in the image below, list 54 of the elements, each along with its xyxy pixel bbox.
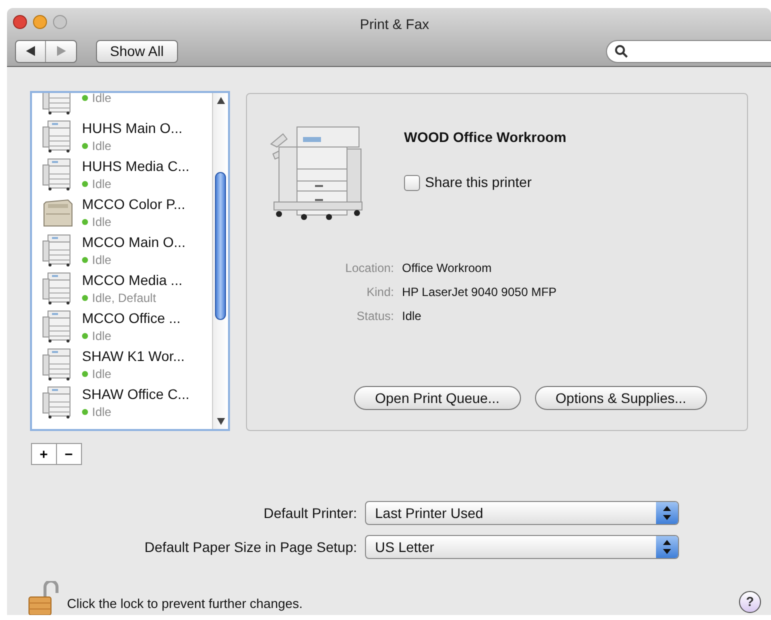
popup-menu[interactable]: Last Printer Used bbox=[365, 501, 679, 525]
popup-value: US Letter bbox=[375, 538, 434, 556]
show-all-button[interactable]: Show All bbox=[96, 40, 178, 62]
printer-status: Idle bbox=[92, 176, 112, 192]
window-title: Print & Fax bbox=[358, 15, 430, 34]
remove-button[interactable]: − bbox=[56, 444, 81, 464]
printer-status: Idle bbox=[92, 138, 112, 154]
scroll-thumb[interactable] bbox=[215, 172, 226, 320]
scroll-down-icon bbox=[216, 418, 224, 425]
setting-label: Default Printer: bbox=[262, 504, 357, 522]
up-down-arrows-icon bbox=[663, 540, 671, 554]
action-button[interactable]: Open Print Queue... bbox=[354, 386, 521, 410]
printer-status: Idle bbox=[92, 252, 112, 268]
field-value: Office Workroom bbox=[402, 260, 492, 277]
setting-label: Default Paper Size in Page Setup: bbox=[144, 538, 357, 557]
printer-name: MCCO Office ... bbox=[82, 308, 181, 328]
scroll-up-icon bbox=[216, 97, 224, 104]
field-value: Idle bbox=[402, 308, 422, 325]
zoom-button[interactable] bbox=[53, 15, 67, 29]
back-arrow-icon bbox=[26, 46, 35, 56]
printer-status: Idle bbox=[92, 404, 112, 420]
search-field[interactable] bbox=[606, 40, 771, 62]
printer-status: Idle, Default bbox=[92, 290, 156, 306]
printer-name: MCCO Media ... bbox=[82, 270, 182, 290]
field-label: Status: bbox=[356, 308, 394, 325]
minimize-button[interactable] bbox=[33, 15, 47, 29]
field-value: HP LaserJet 9040 9050 MFP bbox=[402, 284, 557, 301]
printer-name: SHAW Office C... bbox=[82, 384, 190, 404]
printer-status: Idle bbox=[92, 328, 112, 344]
open-lock-icon bbox=[27, 581, 59, 615]
popup-value: Last Printer Used bbox=[375, 504, 484, 522]
popup-menu[interactable]: US Letter bbox=[365, 535, 679, 559]
field-label: Kind: bbox=[366, 284, 394, 301]
search-icon bbox=[615, 44, 628, 58]
printer-name: SHAW K1 Wor... bbox=[82, 346, 185, 366]
printer-status: Idle bbox=[92, 93, 112, 106]
help-button[interactable]: ? bbox=[739, 591, 761, 613]
printer-name: MCCO Main O... bbox=[82, 232, 186, 252]
printer-name: HUHS Main O... bbox=[82, 118, 182, 138]
printer-status: Idle bbox=[92, 214, 112, 230]
add-button[interactable]: + bbox=[32, 444, 57, 464]
forward-arrow-icon bbox=[56, 46, 66, 56]
field-label: Location: bbox=[344, 260, 394, 277]
lock-message: Click the lock to prevent further changes. bbox=[67, 595, 303, 614]
printer-name: WOOD Office Workroom bbox=[404, 128, 566, 147]
share-printer-label[interactable]: Share this printer bbox=[425, 172, 532, 193]
up-down-arrows-icon bbox=[663, 506, 671, 520]
printer-name: MCCO Color P... bbox=[82, 194, 186, 214]
printer-status: Idle bbox=[92, 366, 112, 382]
scrollbar[interactable] bbox=[212, 93, 228, 429]
printer-name: HUHS Media C... bbox=[82, 156, 190, 176]
share-checkbox[interactable] bbox=[404, 174, 420, 190]
action-button[interactable]: Options & Supplies... bbox=[534, 386, 708, 410]
close-button[interactable] bbox=[13, 15, 27, 29]
